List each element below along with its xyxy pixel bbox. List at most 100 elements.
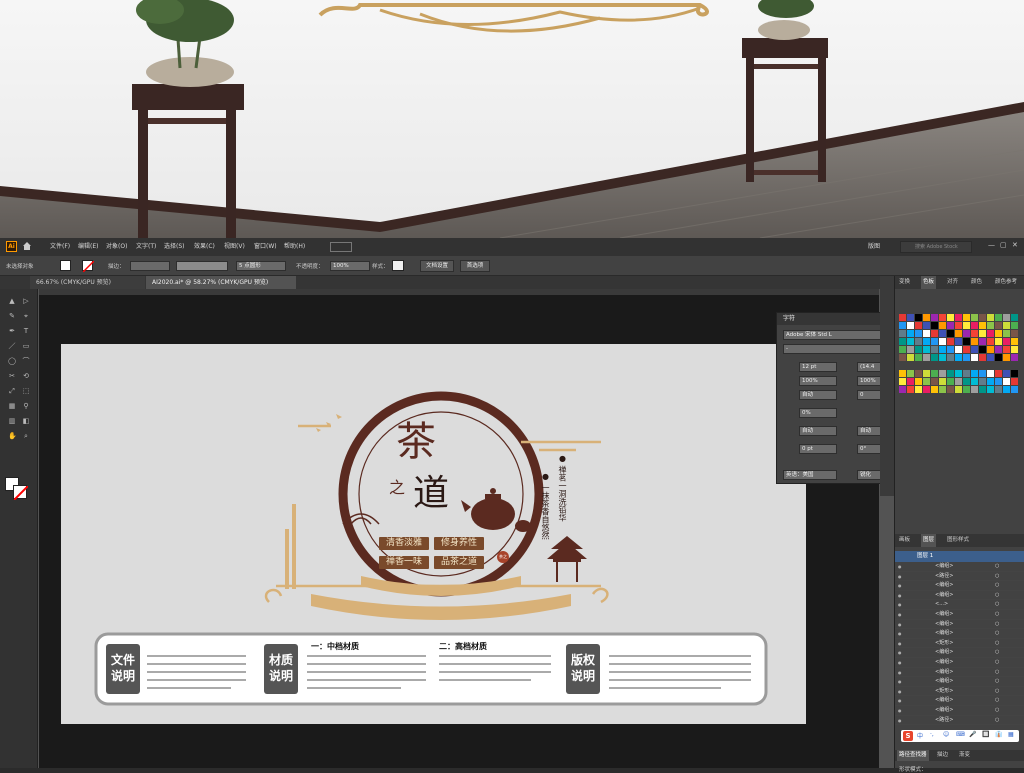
color-swatch[interactable] (995, 322, 1002, 329)
target-circle-icon[interactable]: ○ (995, 716, 999, 726)
menu-item[interactable]: 效果(C) (194, 240, 215, 254)
color-swatch[interactable] (963, 370, 970, 377)
color-swatch[interactable] (915, 354, 922, 361)
layer-row[interactable]: ● <路径> ○ (895, 716, 1024, 726)
visibility-eye-icon[interactable]: ● (898, 696, 902, 706)
color-swatch[interactable] (987, 330, 994, 337)
menu-item[interactable]: 编辑(E) (78, 240, 98, 254)
visibility-eye-icon[interactable]: ● (898, 600, 902, 610)
color-swatch[interactable] (955, 330, 962, 337)
target-circle-icon[interactable]: ○ (995, 677, 999, 687)
color-swatch[interactable] (923, 330, 930, 337)
color-swatch[interactable] (947, 314, 954, 321)
color-swatch[interactable] (947, 378, 954, 385)
color-swatch[interactable] (931, 330, 938, 337)
right-tab[interactable]: 变换 (897, 276, 912, 289)
visibility-eye-icon[interactable]: ● (898, 639, 902, 649)
color-swatch[interactable] (1003, 354, 1010, 361)
color-swatch[interactable] (915, 338, 922, 345)
color-swatch[interactable] (899, 370, 906, 377)
color-swatch[interactable] (963, 330, 970, 337)
color-swatch[interactable] (995, 330, 1002, 337)
doc-tab-2[interactable]: AI2020.ai* @ 58.27% (CMYK/GPU 预览) (146, 276, 296, 289)
color-swatch[interactable] (995, 354, 1002, 361)
color-swatch[interactable] (939, 322, 946, 329)
color-swatch[interactable] (971, 322, 978, 329)
right-tab[interactable]: 颜色 (969, 276, 984, 289)
color-swatch[interactable] (963, 354, 970, 361)
swatch-grid[interactable] (899, 314, 1023, 422)
font-style-field[interactable]: - (783, 344, 895, 354)
color-swatch[interactable] (987, 314, 994, 321)
color-swatch[interactable] (939, 370, 946, 377)
color-swatch[interactable] (923, 370, 930, 377)
font-size-field[interactable]: 12 pt (799, 362, 837, 372)
visibility-eye-icon[interactable]: ● (898, 610, 902, 620)
layer-row[interactable]: ● <编组> ○ (895, 562, 1024, 572)
color-swatch[interactable] (947, 322, 954, 329)
color-swatch[interactable] (995, 378, 1002, 385)
fill-swatch[interactable] (60, 260, 71, 271)
type-tool-icon[interactable]: T (22, 327, 30, 335)
ime-button[interactable]: ⌨ (956, 731, 965, 738)
color-swatch[interactable] (907, 354, 914, 361)
free-transform-tool-icon[interactable]: ⬚ (22, 387, 30, 395)
target-circle-icon[interactable]: ○ (995, 668, 999, 678)
menu-item[interactable]: 文件(F) (50, 240, 70, 254)
layers-tab[interactable]: 图形样式 (945, 534, 971, 547)
ellipse-tool-icon[interactable]: ◯ (8, 357, 16, 365)
layer-row[interactable]: ● <编组> ○ (895, 658, 1024, 668)
zoom-tool-icon[interactable]: ⌕ (22, 432, 30, 440)
visibility-eye-icon[interactable]: ● (898, 668, 902, 678)
target-circle-icon[interactable]: ○ (995, 687, 999, 697)
layer-row[interactable]: ● <编组> ○ (895, 668, 1024, 678)
visibility-eye-icon[interactable]: ● (898, 581, 902, 591)
pathfinder-tab[interactable]: 描边 (935, 750, 950, 761)
eyedropper-tool-icon[interactable]: ⚲ (22, 402, 30, 410)
color-swatch[interactable] (931, 354, 938, 361)
doc-setup-button[interactable]: 文档设置 (420, 260, 454, 272)
target-circle-icon[interactable]: ○ (995, 591, 999, 601)
app-logo[interactable]: Ai (6, 241, 17, 252)
doc-tab-1[interactable]: 66.67% (CMYK/GPU 预览) (30, 276, 145, 289)
color-swatch[interactable] (955, 346, 962, 353)
ime-button[interactable]: 👔 (995, 731, 1002, 738)
color-swatch[interactable] (947, 386, 954, 393)
right-tab[interactable]: 色板 (921, 276, 937, 289)
ime-button[interactable]: ▦ (1008, 731, 1014, 738)
canvas-area[interactable]: 茶 之 道 ● 禅茗一洞洗铅华 ● 一抹茶香自悠然 清香淡雅 修身养性 禅香一味… (39, 289, 900, 768)
layer-row[interactable]: ● <编组> ○ (895, 591, 1024, 601)
variable-width-profile[interactable] (176, 261, 228, 271)
color-swatch[interactable] (955, 322, 962, 329)
color-swatch[interactable] (979, 338, 986, 345)
color-swatch[interactable] (923, 338, 930, 345)
color-swatch[interactable] (987, 386, 994, 393)
color-swatch[interactable] (899, 386, 906, 393)
vertical-scale-field[interactable]: 100% (799, 376, 837, 386)
color-swatch[interactable] (995, 338, 1002, 345)
color-swatch[interactable] (987, 378, 994, 385)
ime-button[interactable]: 🔲 (982, 731, 989, 738)
color-swatch[interactable] (931, 386, 938, 393)
target-circle-icon[interactable]: ○ (995, 706, 999, 716)
visibility-eye-icon[interactable]: ● (898, 620, 902, 630)
color-swatch[interactable] (939, 378, 946, 385)
color-swatch[interactable] (995, 314, 1002, 321)
style-swatch[interactable] (392, 260, 404, 271)
menu-item[interactable]: 对象(O) (106, 240, 127, 254)
color-swatch[interactable] (939, 330, 946, 337)
color-swatch[interactable] (923, 314, 930, 321)
color-swatch[interactable] (915, 370, 922, 377)
color-swatch[interactable] (971, 314, 978, 321)
anchor-tool-icon[interactable]: ⌖ (22, 312, 30, 320)
visibility-eye-icon[interactable]: ● (898, 591, 902, 601)
brush-definition[interactable]: 5 点圆形 (236, 261, 286, 271)
color-swatch[interactable] (987, 338, 994, 345)
color-swatch[interactable] (1003, 314, 1010, 321)
color-swatch[interactable] (1011, 354, 1018, 361)
tsume-field[interactable]: 0% (799, 408, 837, 418)
visibility-eye-icon[interactable]: ● (898, 648, 902, 658)
color-swatch[interactable] (963, 338, 970, 345)
layers-tab[interactable]: 画板 (897, 534, 912, 547)
color-swatch[interactable] (955, 314, 962, 321)
